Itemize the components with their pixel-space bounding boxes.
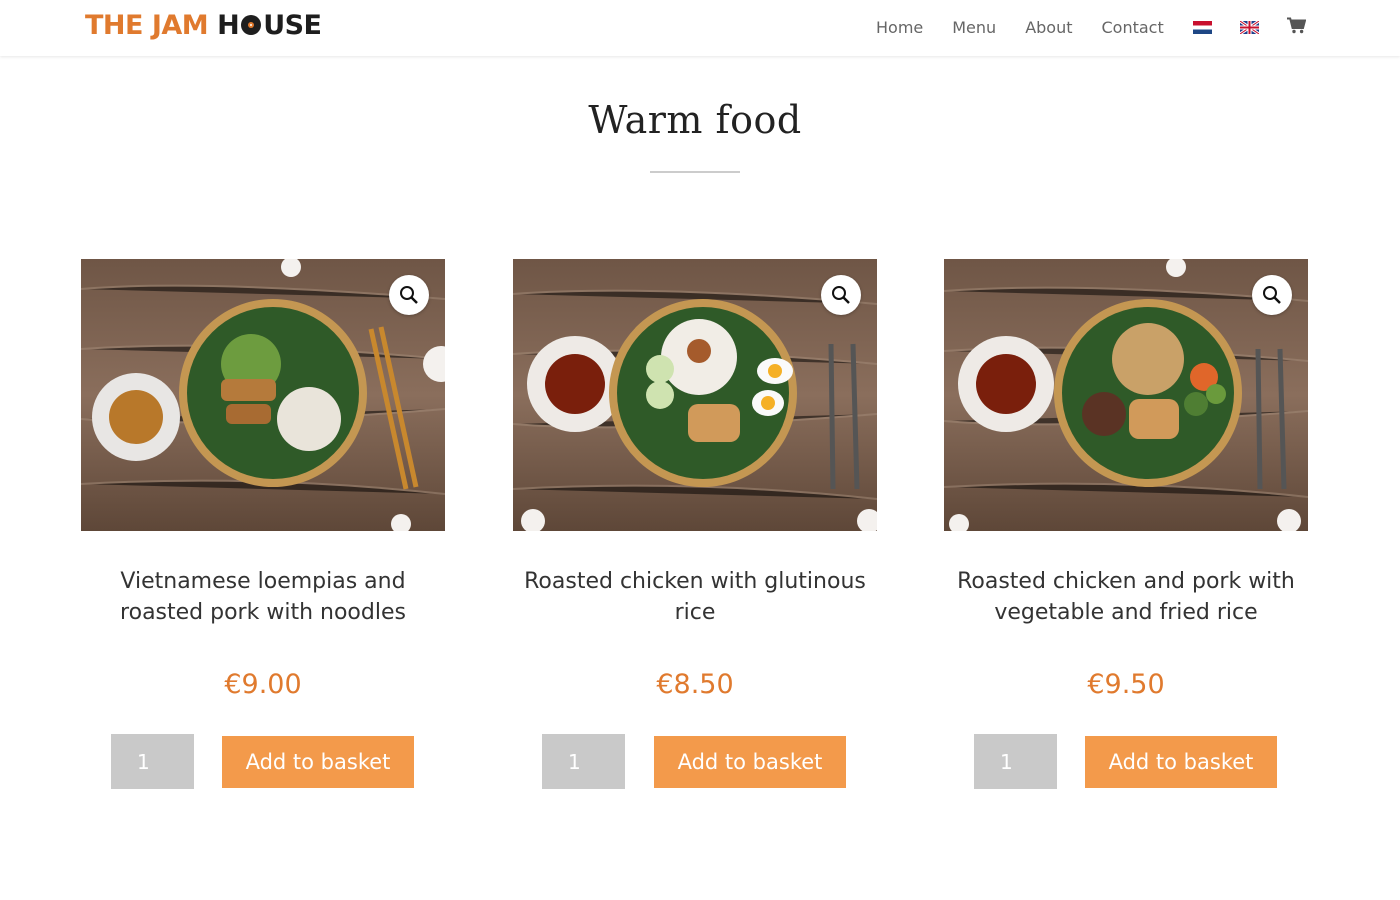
nav-item-contact[interactable]: Contact [1102, 18, 1164, 37]
nav-item-about[interactable]: About [1025, 18, 1072, 37]
nav-item-home[interactable]: Home [876, 18, 923, 37]
search-icon [832, 286, 850, 304]
product-title[interactable]: Roasted chicken with glutinous rice [510, 566, 880, 628]
product-price: €9.00 [224, 669, 302, 700]
product-image[interactable] [944, 259, 1308, 531]
product-price: €9.50 [1087, 669, 1165, 700]
add-to-basket-button[interactable]: Add to basket [654, 736, 846, 788]
page-title: Warm food [588, 98, 802, 142]
product-image[interactable] [81, 259, 445, 531]
product-card [513, 259, 877, 531]
add-to-basket-button[interactable]: Add to basket [1085, 736, 1277, 788]
product-price: €8.50 [656, 669, 734, 700]
nav-item-menu[interactable]: Menu [952, 18, 996, 37]
zoom-button[interactable] [821, 275, 861, 315]
product-title[interactable]: Vietnamese loempias and roasted pork wit… [78, 566, 448, 628]
site-logo[interactable]: THE JAM H USE [85, 10, 322, 42]
product-card [81, 259, 445, 531]
cart-icon[interactable] [1286, 17, 1307, 38]
search-icon [400, 286, 418, 304]
add-to-basket-button[interactable]: Add to basket [222, 736, 414, 788]
title-divider [650, 171, 740, 173]
logo-text-use: USE [263, 10, 322, 41]
search-icon [1263, 286, 1281, 304]
zoom-button[interactable] [1252, 275, 1292, 315]
product-title[interactable]: Roasted chicken and pork with vegetable … [941, 566, 1311, 628]
logo-record-icon [241, 15, 262, 35]
quantity-input[interactable] [974, 734, 1057, 789]
netherlands-flag-icon[interactable] [1192, 20, 1212, 34]
logo-text-h: H [217, 10, 240, 41]
quantity-input[interactable] [542, 734, 625, 789]
main-nav: Home Menu About Contact [876, 16, 1307, 38]
product-image[interactable] [513, 259, 877, 531]
product-card [944, 259, 1308, 531]
zoom-button[interactable] [389, 275, 429, 315]
site-header: THE JAM H USE Home Menu About Contact [0, 0, 1400, 56]
logo-text-the-jam: THE JAM [85, 10, 209, 41]
uk-flag-icon[interactable] [1239, 20, 1259, 34]
quantity-input[interactable] [111, 734, 194, 789]
